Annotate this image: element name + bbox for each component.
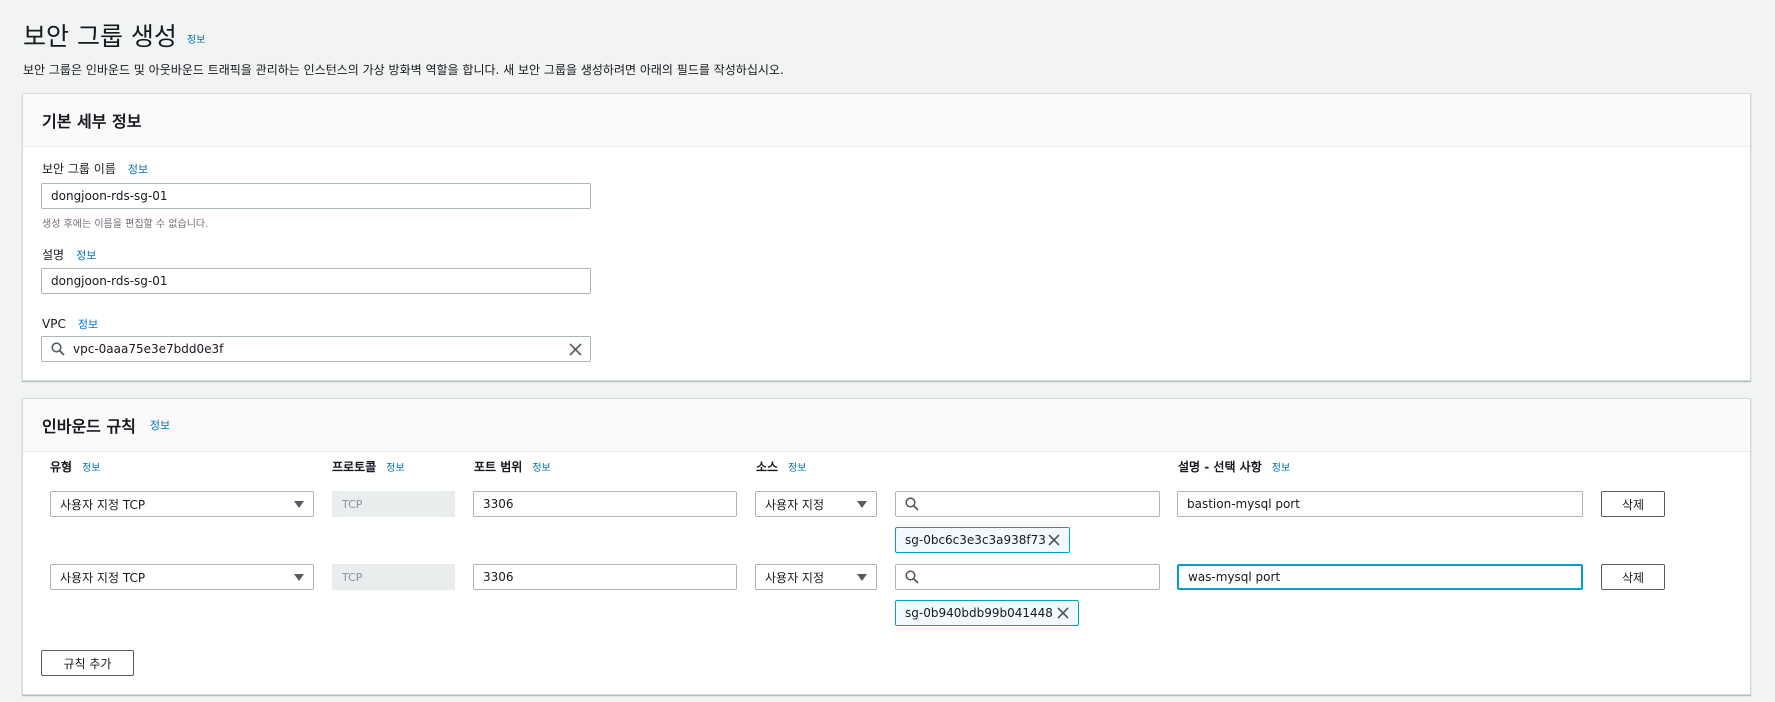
rule-description-input[interactable]: was-mysql port xyxy=(1177,564,1583,590)
column-type: 유형 정보 xyxy=(50,458,101,475)
basic-details-title: 기본 세부 정보 xyxy=(42,112,142,131)
vpc-info-link[interactable]: 정보 xyxy=(78,318,98,331)
column-protocol: 프로토콜 정보 xyxy=(332,458,405,475)
name-constraint-text: 생성 후에는 이름을 편집할 수 없습니다. xyxy=(42,219,209,230)
security-group-name-input[interactable]: dongjoon-rds-sg-01 xyxy=(41,183,591,209)
inbound-rules-title: 인바운드 규칙 xyxy=(42,417,136,436)
column-port-label: 포트 범위 xyxy=(474,460,523,474)
source-search-input[interactable] xyxy=(895,491,1160,517)
name-field: 보안 그룹 이름 정보 xyxy=(42,160,148,177)
title-info-link[interactable]: 정보 xyxy=(187,35,205,46)
inbound-rules-header: 인바운드 규칙 정보 xyxy=(23,399,1750,452)
delete-rule-button[interactable]: 삭제 xyxy=(1601,564,1665,590)
basic-details-panel: 기본 세부 정보 보안 그룹 이름 정보 dongjoon-rds-sg-01 생… xyxy=(22,93,1751,381)
vpc-value: vpc-0aaa75e3e7bdd0e3f xyxy=(73,342,224,356)
page-title-text: 보안 그룹 생성 xyxy=(23,22,177,51)
rule-type-value: 사용자 지정 TCP xyxy=(60,570,146,585)
caret-down-icon xyxy=(294,501,304,508)
source-token-label: sg-0b940bdb99b041448 xyxy=(905,606,1053,620)
description-field: 설명 정보 xyxy=(42,246,96,263)
inbound-rules-panel: 인바운드 규칙 정보 xyxy=(22,398,1751,695)
rule-type-select[interactable]: 사용자 지정 TCP xyxy=(50,564,314,590)
name-label-text: 보안 그룹 이름 xyxy=(42,162,116,176)
column-source: 소스 정보 xyxy=(756,458,807,475)
column-description-label: 설명 - 선택 사항 xyxy=(1178,460,1262,474)
vpc-label-text: VPC xyxy=(42,317,66,331)
search-icon xyxy=(905,497,919,511)
column-source-label: 소스 xyxy=(756,460,779,474)
column-port-info[interactable]: 정보 xyxy=(532,463,550,474)
name-label: 보안 그룹 이름 정보 xyxy=(42,160,148,177)
port-range-input[interactable]: 3306 xyxy=(473,491,737,517)
vpc-label: VPC 정보 xyxy=(42,316,98,332)
source-search-input[interactable] xyxy=(895,564,1160,590)
vpc-select[interactable]: vpc-0aaa75e3e7bdd0e3f xyxy=(41,336,591,362)
source-token-label: sg-0bc6c3e3c3a938f73 xyxy=(905,533,1046,547)
remove-token-icon[interactable] xyxy=(1047,533,1061,547)
column-protocol-label: 프로토콜 xyxy=(332,460,377,474)
page-title: 보안 그룹 생성 정보 xyxy=(23,17,205,53)
column-type-info[interactable]: 정보 xyxy=(82,463,100,474)
column-description: 설명 - 선택 사항 정보 xyxy=(1178,458,1290,475)
delete-rule-button[interactable]: 삭제 xyxy=(1601,491,1665,517)
description-input[interactable]: dongjoon-rds-sg-01 xyxy=(41,268,591,294)
rule-description-input[interactable]: bastion-mysql port xyxy=(1177,491,1583,517)
description-label-text: 설명 xyxy=(42,248,65,262)
column-source-info[interactable]: 정보 xyxy=(788,463,806,474)
description-label: 설명 정보 xyxy=(42,246,96,263)
rule-type-value: 사용자 지정 TCP xyxy=(60,497,146,512)
name-info-link[interactable]: 정보 xyxy=(128,163,148,176)
inbound-info-link[interactable]: 정보 xyxy=(150,417,170,433)
search-icon xyxy=(51,342,65,356)
column-description-info[interactable]: 정보 xyxy=(1272,463,1290,474)
page-description: 보안 그룹은 인바운드 및 아웃바운드 트래픽을 관리하는 인스턴스의 가상 방… xyxy=(23,63,784,77)
remove-token-icon[interactable] xyxy=(1056,606,1070,620)
protocol-field: TCP xyxy=(332,491,455,517)
rule-type-select[interactable]: 사용자 지정 TCP xyxy=(50,491,314,517)
source-type-value: 사용자 지정 xyxy=(765,497,825,512)
caret-down-icon xyxy=(294,574,304,581)
protocol-field: TCP xyxy=(332,564,455,590)
caret-down-icon xyxy=(857,501,867,508)
column-type-label: 유형 xyxy=(50,460,73,474)
source-token: sg-0b940bdb99b041448 xyxy=(895,600,1079,626)
source-type-value: 사용자 지정 xyxy=(765,570,825,585)
column-port: 포트 범위 정보 xyxy=(474,458,551,475)
add-rule-button[interactable]: 규칙 추가 xyxy=(41,650,134,676)
basic-details-header: 기본 세부 정보 xyxy=(23,94,1750,147)
search-icon xyxy=(905,570,919,584)
source-type-select[interactable]: 사용자 지정 xyxy=(755,564,877,590)
column-protocol-info[interactable]: 정보 xyxy=(386,463,404,474)
source-token: sg-0bc6c3e3c3a938f73 xyxy=(895,527,1070,553)
description-info-link[interactable]: 정보 xyxy=(76,249,96,262)
caret-down-icon xyxy=(857,574,867,581)
port-range-input[interactable]: 3306 xyxy=(473,564,737,590)
source-type-select[interactable]: 사용자 지정 xyxy=(755,491,877,517)
vpc-field: VPC 정보 xyxy=(42,316,98,332)
clear-icon[interactable] xyxy=(569,343,582,356)
